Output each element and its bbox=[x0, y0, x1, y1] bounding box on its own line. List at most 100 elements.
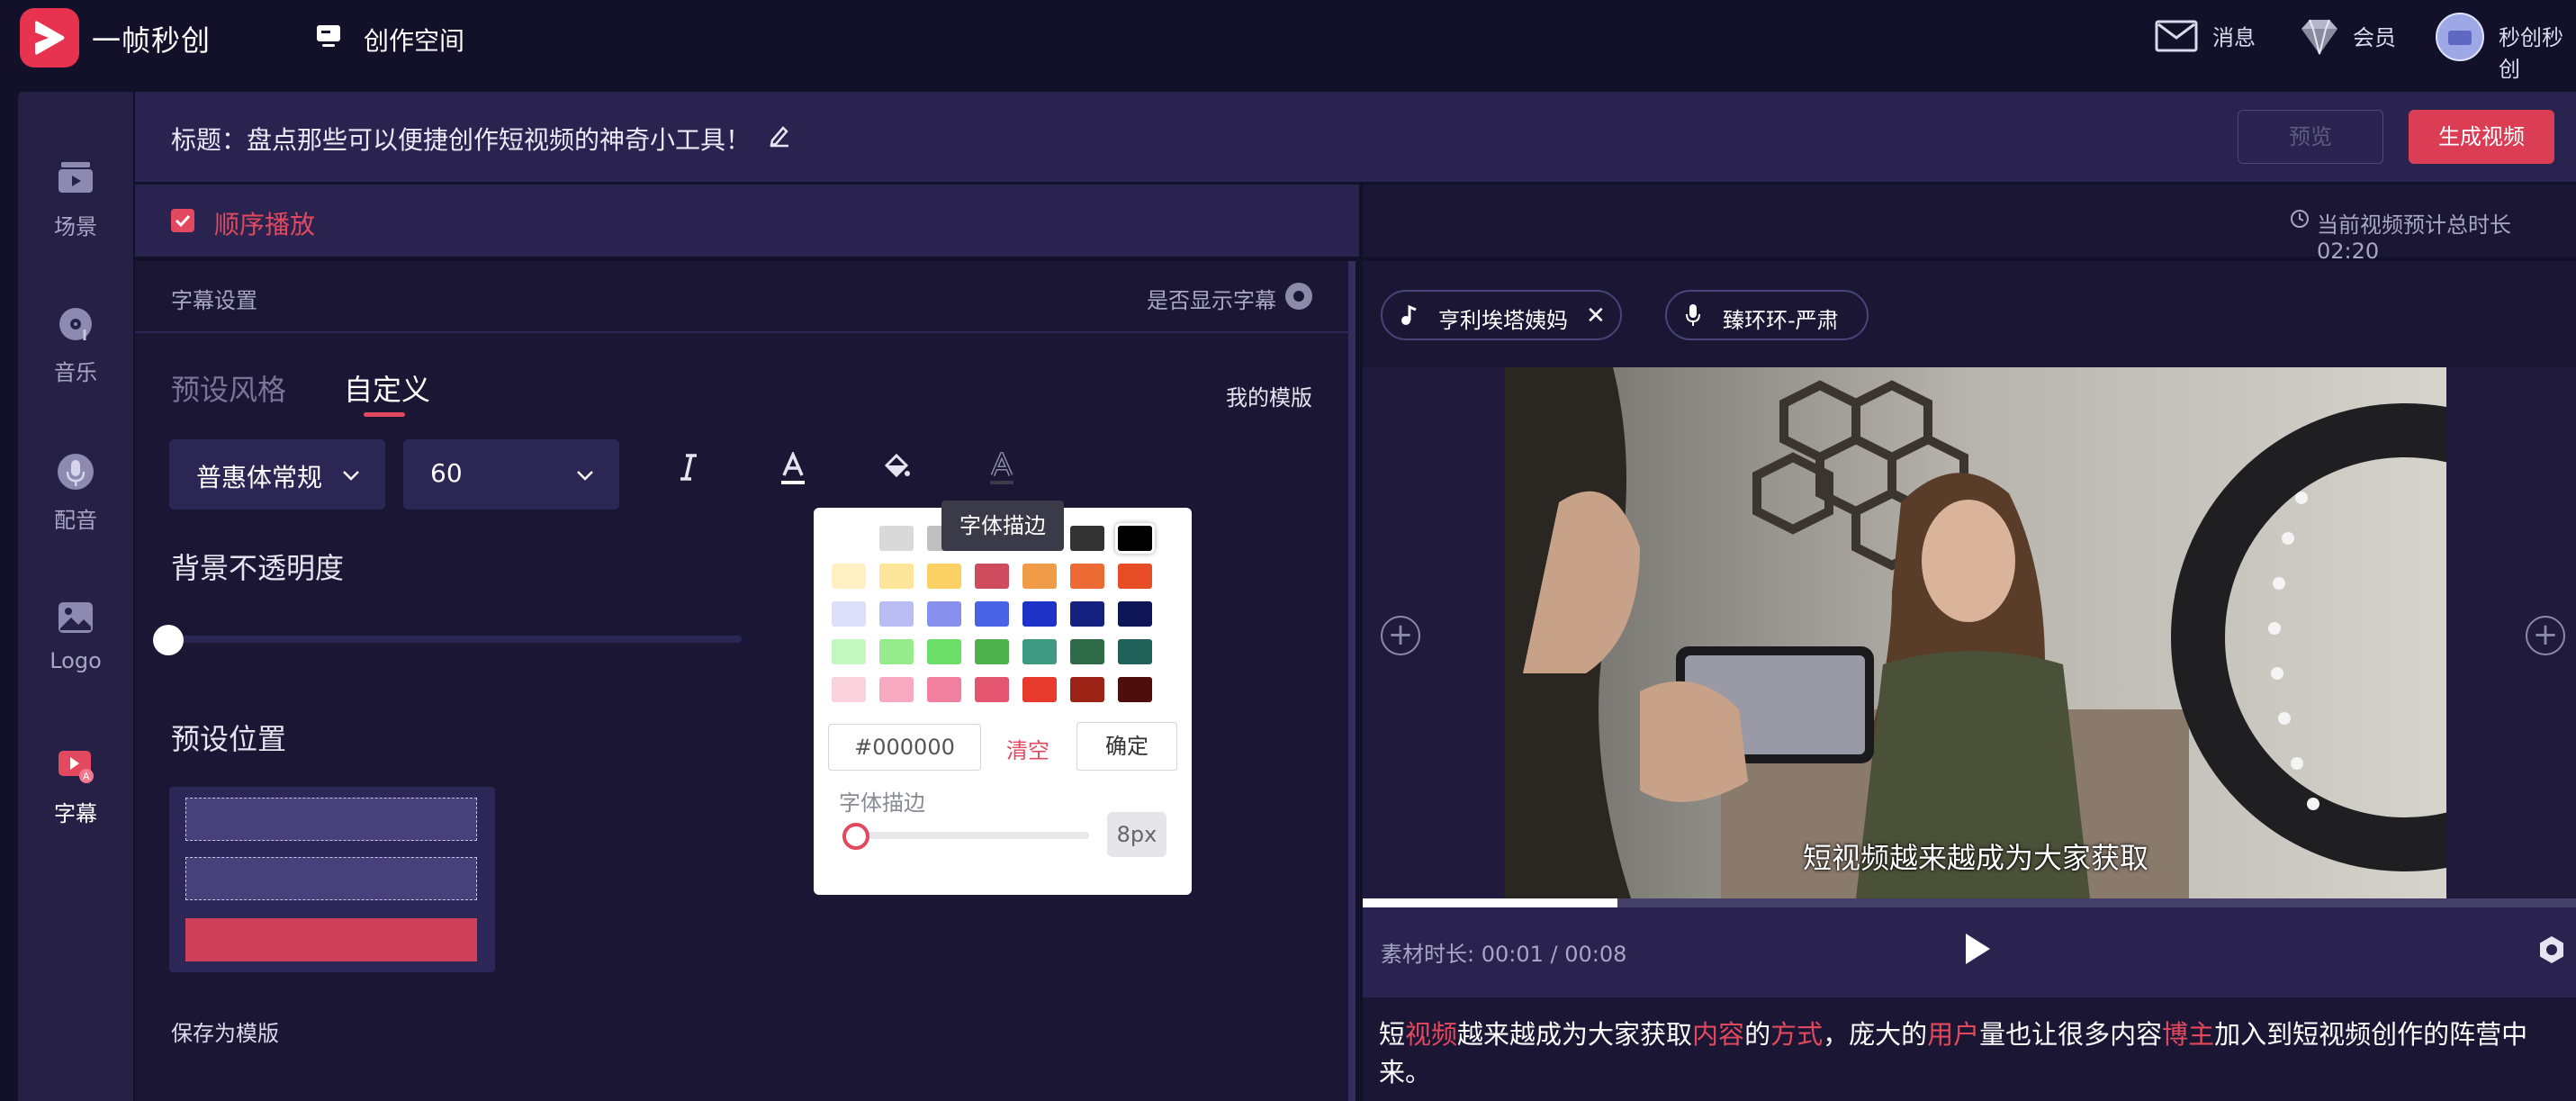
color-swatch[interactable] bbox=[879, 564, 914, 589]
sidebar-item-subtitle[interactable]: A 字幕 bbox=[18, 745, 133, 827]
color-swatch[interactable] bbox=[927, 677, 961, 702]
workspace-link[interactable]: 创作空间 bbox=[364, 22, 464, 58]
sidebar-item-scene[interactable]: 场景 bbox=[18, 158, 133, 240]
font-color-icon[interactable] bbox=[779, 450, 806, 492]
chevron-down-icon bbox=[574, 463, 596, 492]
save-as-template-button[interactable]: 保存为模版 bbox=[171, 1015, 279, 1047]
messages-link[interactable]: 消息 bbox=[2212, 20, 2256, 51]
sentence-text: ，庞大的 bbox=[1823, 1019, 1928, 1050]
bg-opacity-slider-knob[interactable] bbox=[153, 625, 184, 655]
mail-icon[interactable] bbox=[2155, 20, 2198, 56]
material-duration: 素材时长: 00:01 / 00:08 bbox=[1381, 942, 1627, 967]
add-scene-after-icon[interactable]: + bbox=[2526, 616, 2565, 655]
music-chip[interactable]: 亨利埃塔姨妈 ✕ bbox=[1381, 290, 1622, 340]
color-swatch[interactable] bbox=[1118, 564, 1152, 589]
color-swatch[interactable] bbox=[1022, 564, 1057, 589]
member-link[interactable]: 会员 bbox=[2353, 20, 2396, 51]
app-logo-icon[interactable] bbox=[20, 8, 79, 68]
color-swatch[interactable] bbox=[832, 564, 866, 589]
stroke-width-slider-knob[interactable] bbox=[842, 823, 869, 850]
avatar[interactable] bbox=[2436, 13, 2484, 61]
sidebar-item-music[interactable]: 音乐 bbox=[18, 304, 133, 386]
preview-button[interactable]: 预览 bbox=[2238, 110, 2383, 164]
keyword-highlight[interactable]: 用户 bbox=[1927, 1019, 1979, 1050]
add-scene-before-icon[interactable]: + bbox=[1381, 616, 1420, 655]
my-template-link[interactable]: 我的模版 bbox=[1226, 380, 1312, 411]
color-swatch[interactable] bbox=[879, 601, 914, 627]
position-top-option[interactable] bbox=[185, 798, 477, 841]
color-swatch[interactable] bbox=[1022, 639, 1057, 664]
brand-name: 一帧秒创 bbox=[92, 23, 212, 58]
diamond-icon[interactable] bbox=[2299, 18, 2340, 59]
sidebar: 场景 音乐 配音 Logo A 字幕 bbox=[18, 92, 133, 1101]
username[interactable]: 秒创秒创 bbox=[2499, 20, 2576, 83]
position-middle-option[interactable] bbox=[185, 857, 477, 900]
panel-scrollbar[interactable] bbox=[1348, 261, 1356, 1101]
color-swatch[interactable] bbox=[975, 639, 1009, 664]
keyword-highlight[interactable]: 视频 bbox=[1405, 1019, 1457, 1050]
color-swatch[interactable] bbox=[1070, 677, 1104, 702]
color-swatch[interactable] bbox=[975, 677, 1009, 702]
subtitle-icon: A bbox=[56, 745, 95, 785]
color-swatch[interactable] bbox=[832, 601, 866, 627]
keyword-highlight[interactable]: 内容 bbox=[1692, 1019, 1744, 1050]
tab-custom[interactable]: 自定义 bbox=[344, 367, 430, 409]
confirm-color-button[interactable]: 确定 bbox=[1076, 722, 1177, 771]
position-bottom-option[interactable] bbox=[185, 918, 477, 961]
sidebar-item-voice[interactable]: 配音 bbox=[18, 452, 133, 534]
keyword-highlight[interactable]: 博主 bbox=[2162, 1019, 2214, 1050]
voice-chip[interactable]: 臻环环-严肃 bbox=[1665, 290, 1869, 340]
color-swatch[interactable] bbox=[975, 564, 1009, 589]
hex-color-input[interactable]: #000000 bbox=[828, 724, 981, 771]
font-family-select[interactable]: 普惠体常规 bbox=[169, 439, 385, 510]
sentence-text: 的 bbox=[1744, 1019, 1771, 1050]
color-swatch[interactable] bbox=[975, 601, 1009, 627]
color-swatch[interactable] bbox=[1118, 526, 1152, 551]
active-tab-indicator bbox=[364, 412, 405, 417]
estimated-duration: 当前视频预计总时长 02:20 bbox=[2317, 212, 2511, 264]
play-icon[interactable] bbox=[1960, 931, 1993, 970]
video-frame[interactable] bbox=[1505, 367, 2446, 898]
close-icon[interactable]: ✕ bbox=[1586, 302, 1606, 329]
subtitle-sentence[interactable]: 短视频越来越成为大家获取内容的方式，庞大的用户量也让很多内容博主加入到短视频创作… bbox=[1379, 1014, 2576, 1089]
stroke-width-slider-track[interactable] bbox=[842, 832, 1089, 839]
color-swatch[interactable] bbox=[832, 639, 866, 664]
edit-pencil-icon[interactable] bbox=[767, 122, 792, 151]
color-swatch[interactable] bbox=[1022, 677, 1057, 702]
gear-icon[interactable] bbox=[2536, 934, 2567, 969]
tab-preset-style[interactable]: 预设风格 bbox=[171, 367, 286, 409]
text-stroke-icon[interactable] bbox=[988, 448, 1015, 492]
color-swatch[interactable] bbox=[927, 639, 961, 664]
color-swatch[interactable] bbox=[1070, 526, 1104, 551]
color-swatch[interactable] bbox=[832, 526, 866, 551]
sequence-play-label[interactable]: 顺序播放 bbox=[214, 205, 315, 241]
color-swatch[interactable] bbox=[927, 601, 961, 627]
color-swatch[interactable] bbox=[879, 677, 914, 702]
color-swatch[interactable] bbox=[832, 677, 866, 702]
sequence-checkbox[interactable] bbox=[171, 209, 194, 232]
color-swatch[interactable] bbox=[879, 526, 914, 551]
show-subtitle-label: 是否显示字幕 bbox=[1147, 288, 1276, 313]
color-swatch[interactable] bbox=[879, 639, 914, 664]
color-swatch[interactable] bbox=[1070, 639, 1104, 664]
color-swatch[interactable] bbox=[1022, 601, 1057, 627]
font-size-select[interactable]: 60 bbox=[403, 439, 619, 510]
color-swatch[interactable] bbox=[1118, 677, 1152, 702]
color-swatch[interactable] bbox=[1070, 601, 1104, 627]
color-swatch[interactable] bbox=[1118, 601, 1152, 627]
color-swatch[interactable] bbox=[1070, 564, 1104, 589]
bg-opacity-slider-track[interactable] bbox=[166, 636, 742, 643]
font-family-value: 普惠体常规 bbox=[196, 463, 323, 492]
background-fill-icon[interactable] bbox=[884, 452, 911, 486]
generate-video-button[interactable]: 生成视频 bbox=[2409, 110, 2554, 164]
color-swatch[interactable] bbox=[1118, 639, 1152, 664]
clear-color-button[interactable]: 清空 bbox=[1006, 733, 1049, 764]
color-swatch[interactable] bbox=[927, 564, 961, 589]
music-note-icon bbox=[1401, 304, 1419, 331]
show-subtitle-toggle[interactable] bbox=[1285, 283, 1312, 310]
sequence-bar bbox=[135, 185, 1359, 257]
keyword-highlight[interactable]: 方式 bbox=[1770, 1019, 1823, 1050]
italic-icon[interactable] bbox=[675, 452, 702, 486]
stroke-width-label: 字体描边 bbox=[839, 790, 925, 816]
sidebar-item-logo[interactable]: Logo bbox=[18, 598, 133, 673]
